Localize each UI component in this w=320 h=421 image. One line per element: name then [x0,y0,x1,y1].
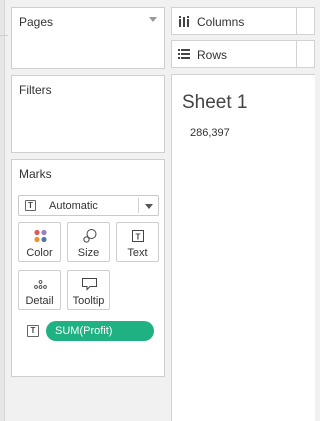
mark-type-value: Automatic [49,200,98,212]
svg-text:T: T [136,233,141,242]
text-icon: T [132,230,144,242]
size-label: Size [77,247,100,259]
filters-card[interactable]: Filters [11,75,165,153]
sheet-title[interactable]: Sheet 1 [182,92,248,114]
mark-type-dropdown[interactable]: T Automatic [18,195,159,216]
rows-shelf[interactable]: Rows [171,40,315,68]
marks-card: Marks T Automatic Color Size T Text Deta… [11,159,165,377]
color-label: Color [26,247,53,259]
detail-label: Detail [25,295,54,307]
dropdown-divider [138,198,139,213]
text-mark-icon[interactable]: T [27,325,39,337]
columns-label: Columns [197,15,245,29]
filters-title: Filters [19,83,52,97]
detail-button[interactable]: Detail [18,270,61,310]
size-icon [83,229,97,243]
tooltip-icon [82,278,97,291]
shelf-divider [296,41,297,67]
shelf-divider [296,8,297,34]
field-pill[interactable]: SUM(Profit) [46,321,154,341]
divider [0,35,8,36]
text-button[interactable]: T Text [116,222,159,262]
rows-icon [178,49,190,59]
detail-icon [34,280,47,289]
pages-title: Pages [19,15,54,29]
chevron-down-icon[interactable] [149,17,157,22]
sheet-value[interactable]: 286,397 [190,127,230,139]
sheet-view: Sheet 1 286,397 [171,74,315,421]
chevron-down-icon[interactable] [145,204,153,209]
pages-card[interactable]: Pages [11,7,165,69]
rows-label: Rows [197,48,228,62]
marks-field-row: T SUM(Profit) [20,321,160,341]
size-button[interactable]: Size [67,222,110,262]
tooltip-button[interactable]: Tooltip [67,270,110,310]
columns-shelf[interactable]: Columns [171,7,315,35]
color-icon [34,229,47,243]
left-edge-strip [0,0,5,421]
tooltip-label: Tooltip [72,295,105,307]
marks-title: Marks [19,167,52,181]
text-mark-icon: T [25,200,36,211]
color-button[interactable]: Color [18,222,61,262]
columns-icon [179,16,189,27]
text-label: Text [127,247,148,259]
